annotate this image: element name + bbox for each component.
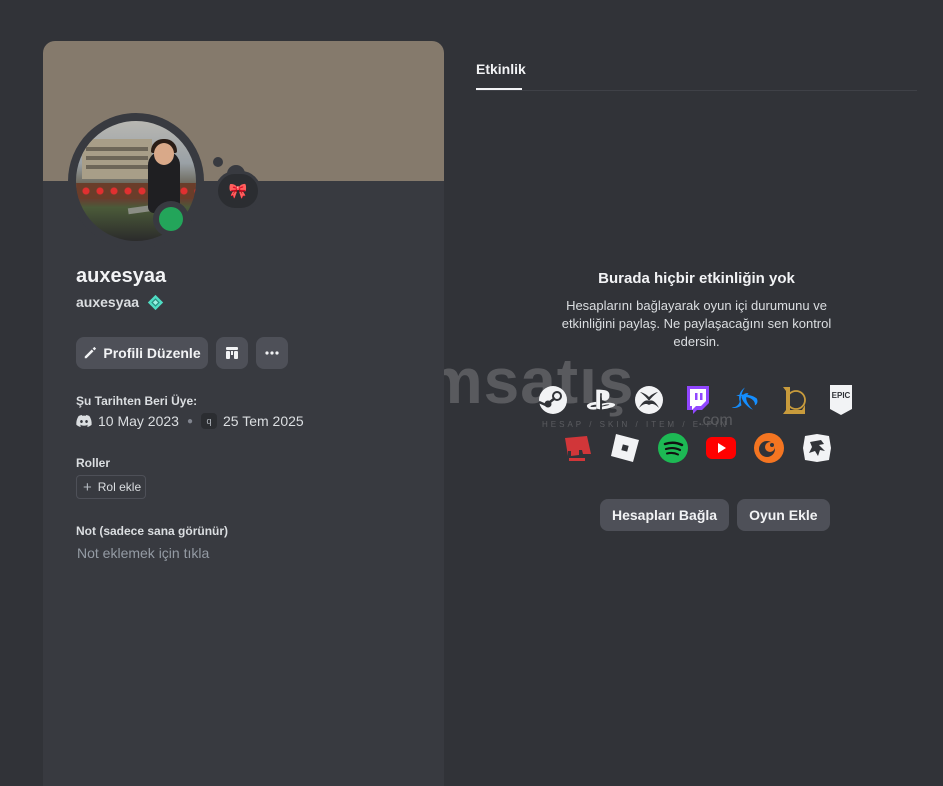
twitch-icon (681, 384, 713, 416)
activity-tab-bar: Etkinlik (476, 58, 917, 91)
username: auxesyaa (76, 294, 140, 310)
bungie-icon (801, 432, 833, 464)
note-title: Not (sadece sana görünür) (76, 524, 229, 538)
riot-games-icon (561, 432, 593, 464)
epic-games-icon: EPIC (825, 384, 857, 416)
add-role-button[interactable]: + Rol ekle (76, 475, 146, 499)
playstation-icon (585, 384, 617, 416)
battlenet-icon (729, 384, 761, 416)
watermark-tagline: HESAP / SKIN / ITEM / E-PIN (542, 420, 730, 429)
svg-text:EPIC: EPIC (831, 391, 850, 400)
roblox-icon (609, 432, 641, 464)
add-game-button[interactable]: Oyun Ekle (737, 499, 830, 531)
edit-profile-button[interactable]: Profili Düzenle (76, 337, 208, 369)
more-options-button[interactable] (256, 337, 288, 369)
crunchyroll-icon (753, 432, 785, 464)
plus-icon: + (83, 478, 92, 496)
bow-emoji-icon: 🎀 (228, 182, 248, 200)
nitro-gem-badge-icon[interactable] (146, 293, 164, 311)
youtube-icon (705, 432, 737, 464)
xbox-icon (633, 384, 665, 416)
pencil-icon (85, 346, 97, 359)
server-member-since-date: 25 Tem 2025 (223, 413, 304, 429)
profile-card: 🎀 auxesyaa auxesyaa Profili Düzenle Şu T… (43, 41, 444, 786)
connect-accounts-button[interactable]: Hesapları Bağla (600, 499, 730, 531)
league-of-legends-icon (777, 384, 809, 416)
note-input[interactable]: Not eklemek için tıkla (77, 545, 209, 561)
empty-activity-description: Hesaplarını bağlayarak oyun içi durumunu… (561, 298, 832, 349)
discord-icon (76, 415, 92, 427)
ellipsis-icon (265, 351, 279, 355)
tab-active-indicator (476, 88, 522, 90)
server-tag-button[interactable] (216, 337, 248, 369)
platform-icons-row-2 (476, 432, 917, 464)
add-role-label: Rol ekle (97, 480, 142, 494)
online-status-indicator (153, 201, 189, 237)
discord-member-since-date: 10 May 2023 (98, 413, 179, 429)
server-icon: q (201, 413, 217, 429)
member-since-title: Şu Tarihten Beri Üye: (76, 394, 198, 408)
server-group-icon (226, 347, 238, 359)
roles-title: Roller (76, 456, 111, 470)
username-row: auxesyaa (76, 293, 164, 311)
platform-icons-row-1: EPIC (476, 384, 917, 416)
tab-activity[interactable]: Etkinlik (476, 61, 526, 77)
steam-icon (537, 384, 569, 416)
empty-activity-title: Burada hiçbir etkinliğin yok (598, 270, 795, 287)
display-name: auxesyaa (76, 265, 167, 287)
spotify-icon (657, 432, 689, 464)
member-since-row: 10 May 2023 ● q 25 Tem 2025 (76, 413, 304, 429)
custom-status-bubble[interactable]: 🎀 (215, 171, 261, 211)
activity-actions: Hesapları Bağla Oyun Ekle (600, 499, 830, 531)
edit-profile-label: Profili Düzenle (103, 345, 201, 361)
profile-actions: Profili Düzenle (76, 337, 288, 369)
